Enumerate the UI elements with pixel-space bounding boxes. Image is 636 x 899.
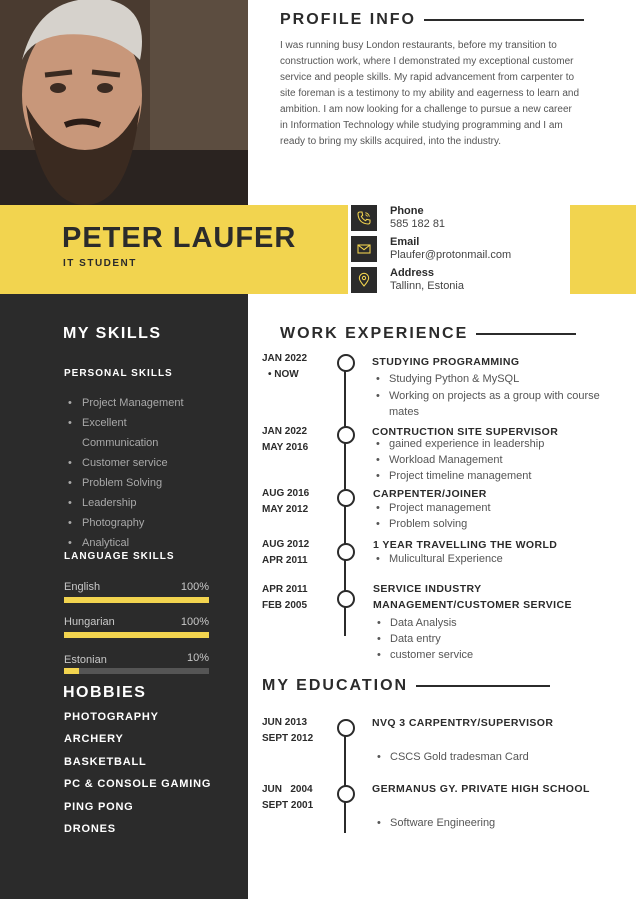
skill-item: Excellent — [64, 413, 184, 433]
job-bullet: gained experience in leadership — [373, 436, 631, 452]
skills-heading: MY SKILLS — [63, 325, 162, 342]
contact-value: Plaufer@protonmail.com — [390, 249, 512, 261]
job-bullet: Working on projects as a group with cour… — [373, 388, 631, 420]
skill-item: Customer service — [64, 453, 184, 473]
person-name: PETER LAUFER — [62, 222, 297, 254]
contact-label: Phone — [390, 205, 424, 217]
heading-rule — [476, 333, 577, 335]
job-bullet: Workload Management — [373, 452, 631, 468]
job-bullet: Project management — [373, 500, 631, 516]
language-bar — [64, 597, 209, 603]
skill-item: Analytical — [64, 537, 184, 549]
entry-date: JUN 2013 SEPT 2012 — [262, 717, 314, 744]
hobby-item: DRONES — [64, 823, 116, 835]
skill-item: Problem Solving — [64, 473, 184, 493]
location-pin-icon — [351, 267, 377, 293]
job-bullet: customer service — [374, 647, 632, 663]
education-heading-text: MY EDUCATION — [262, 677, 409, 694]
job-bullets: Studying Python & MySQL Working on proje… — [373, 371, 631, 420]
job-bullets: gained experience in leadership Workload… — [373, 436, 631, 484]
contact-value: Tallinn, Estonia — [390, 280, 464, 292]
skill-item: Communication — [82, 437, 159, 449]
hobby-item: PING PONG — [64, 801, 134, 813]
timeline-dot — [337, 719, 355, 737]
education-title: NVQ 3 CARPENTRY/SUPERVISOR — [372, 717, 554, 729]
entry-date: JAN 2022 MAY 2016 — [262, 426, 309, 453]
hobbies-heading: HOBBIES — [63, 684, 147, 701]
education-title: GERMANUS GY. PRIVATE HIGH SCHOOL — [372, 783, 590, 795]
language-percent: 10% — [186, 652, 209, 664]
job-bullet: Mulicultural Experience — [373, 551, 631, 567]
entry-date: AUG 2012 APR 2011 — [262, 539, 310, 566]
timeline-dot — [337, 543, 355, 561]
entry-date: AUG 2016 MAY 2012 — [262, 488, 310, 515]
education-bullet: CSCS Gold tradesman Card — [374, 749, 632, 765]
accent-tab — [570, 205, 636, 294]
portrait-illustration — [0, 0, 248, 205]
timeline-dot — [337, 489, 355, 507]
personal-skills-heading: PERSONAL SKILLS — [64, 368, 173, 379]
profile-text: I was running busy London restaurants, b… — [280, 40, 580, 147]
contact-value: 585 182 81 — [390, 218, 446, 230]
job-title: SERVICE INDUSTRY MANAGEMENT/CUSTOMER SERV… — [373, 583, 572, 611]
education-bullets: Software Engineering — [374, 815, 632, 831]
language-bar — [64, 632, 209, 638]
profile-heading-text: PROFILE INFO — [280, 11, 416, 28]
work-heading-text: WORK EXPERIENCE — [280, 325, 469, 342]
skill-item: Photography — [64, 513, 184, 533]
phone-icon — [351, 205, 377, 231]
timeline-dot — [337, 354, 355, 372]
language-bar-fill — [64, 668, 79, 674]
person-title: IT STUDENT — [63, 258, 137, 269]
job-bullets: Project management Problem solving — [373, 500, 631, 532]
entry-date: JUN 2004 SEPT 2001 — [262, 784, 314, 811]
education-heading: MY EDUCATION — [262, 677, 551, 695]
resume-page: PETER LAUFER IT STUDENT Phone 585 182 81… — [0, 0, 636, 899]
education-bullet: Software Engineering — [374, 815, 632, 831]
timeline-dot — [337, 590, 355, 608]
heading-rule — [416, 685, 551, 687]
timeline-dot — [337, 426, 355, 444]
language-name: Estonian — [64, 654, 107, 666]
job-bullets: Data Analysis Data entry customer servic… — [374, 615, 632, 663]
job-bullet: Problem solving — [373, 516, 631, 532]
heading-rule — [424, 19, 584, 21]
timeline-dot — [337, 785, 355, 803]
job-bullet: Data entry — [374, 631, 632, 647]
language-name: Hungarian — [64, 616, 115, 628]
skill-item: Leadership — [64, 493, 184, 513]
contact-label: Email — [390, 236, 420, 248]
entry-date: APR 2011 FEB 2005 — [262, 584, 308, 611]
education-bullets: CSCS Gold tradesman Card — [374, 749, 632, 765]
profile-heading: PROFILE INFO — [280, 11, 584, 29]
personal-skills-list: Project Management Excellent Communicati… — [64, 393, 184, 549]
education-timeline — [344, 725, 346, 833]
job-title: STUDYING PROGRAMMING — [372, 356, 520, 368]
profile-photo — [0, 0, 248, 205]
work-heading: WORK EXPERIENCE — [280, 325, 577, 343]
contact-label: Address — [390, 267, 435, 279]
language-bar-fill — [64, 632, 209, 638]
hobby-item: PC & CONSOLE GAMING — [64, 778, 212, 790]
language-bar-fill — [64, 597, 209, 603]
job-bullet: Studying Python & MySQL — [373, 371, 631, 387]
hobby-item: BASKETBALL — [64, 756, 147, 768]
job-bullet: Project timeline management — [373, 468, 631, 484]
hobby-item: ARCHERY — [64, 733, 124, 745]
language-percent: 100% — [180, 581, 209, 593]
language-name: English — [64, 581, 101, 593]
language-percent: 100% — [180, 616, 209, 628]
language-bar — [64, 668, 209, 674]
envelope-icon — [351, 236, 377, 262]
entry-date: JAN 2022 • NOW — [262, 353, 308, 380]
language-skills-heading: LANGUAGE SKILLS — [64, 551, 175, 562]
job-bullet: Data Analysis — [374, 615, 632, 631]
skill-item: Project Management — [64, 393, 184, 413]
job-bullets: Mulicultural Experience — [373, 551, 631, 567]
hobby-item: PHOTOGRAPHY — [64, 711, 159, 723]
